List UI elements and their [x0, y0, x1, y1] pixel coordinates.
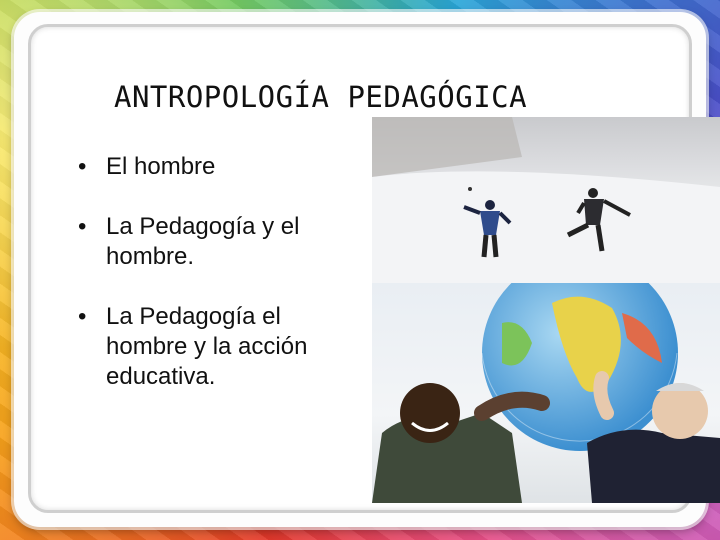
globe-photo — [372, 283, 720, 503]
bullet-text: El hombre — [106, 153, 216, 180]
snow-scene-illustration — [372, 117, 720, 283]
globe-scene-illustration — [372, 283, 720, 503]
slide-title: ANTROPOLOGÍA PEDAGÓGICA — [114, 80, 528, 114]
bullet-list: • El hombre • La Pedagogía y el hombre. … — [78, 152, 368, 422]
snow-play-photo — [372, 117, 720, 283]
bullet-dot: • — [78, 213, 87, 240]
bullet-text: La Pedagogía y el hombre. — [106, 213, 300, 270]
bullet-dot: • — [78, 303, 87, 330]
bullet-item: • La Pedagogía el hombre y la acción edu… — [78, 302, 368, 392]
bullet-item: • La Pedagogía y el hombre. — [78, 212, 368, 272]
bullet-item: • El hombre — [78, 152, 368, 182]
bullet-dot: • — [78, 153, 87, 180]
bullet-text: La Pedagogía el hombre y la acción educa… — [106, 303, 308, 390]
